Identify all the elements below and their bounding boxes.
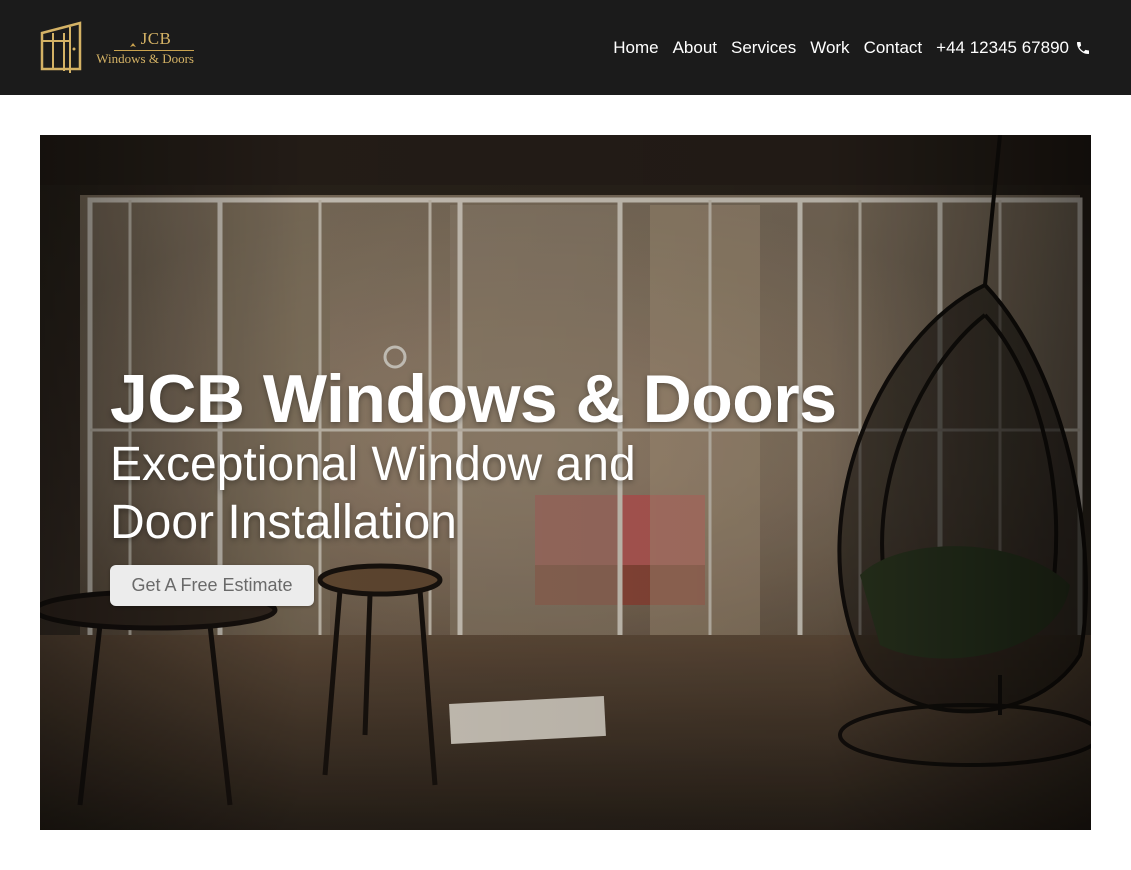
site-header: JCB Windows & Doors Home About Services … <box>0 0 1131 95</box>
free-estimate-button[interactable]: Get A Free Estimate <box>110 565 314 606</box>
logo-tagline: Windows & Doors <box>96 51 194 66</box>
nav-link-contact[interactable]: Contact <box>864 38 923 58</box>
main-nav: Home About Services Work Contact +44 123… <box>613 37 1091 59</box>
nav-link-home[interactable]: Home <box>613 38 658 58</box>
phone-number: +44 12345 67890 <box>936 38 1069 57</box>
hero-subtitle: Exceptional Window and Door Installation <box>110 438 636 549</box>
site-logo[interactable]: JCB Windows & Doors <box>40 19 200 75</box>
phone-link[interactable]: +44 12345 67890 <box>936 38 1091 58</box>
hero-section: JCB Windows & Doors Exceptional Window a… <box>40 135 1091 830</box>
nav-link-about[interactable]: About <box>673 38 717 58</box>
nav-link-services[interactable]: Services <box>731 38 796 58</box>
nav-link-work[interactable]: Work <box>810 38 849 58</box>
logo-name: JCB <box>140 29 172 48</box>
hero-title: JCB Windows & Doors <box>110 361 837 437</box>
phone-icon <box>1077 42 1089 54</box>
